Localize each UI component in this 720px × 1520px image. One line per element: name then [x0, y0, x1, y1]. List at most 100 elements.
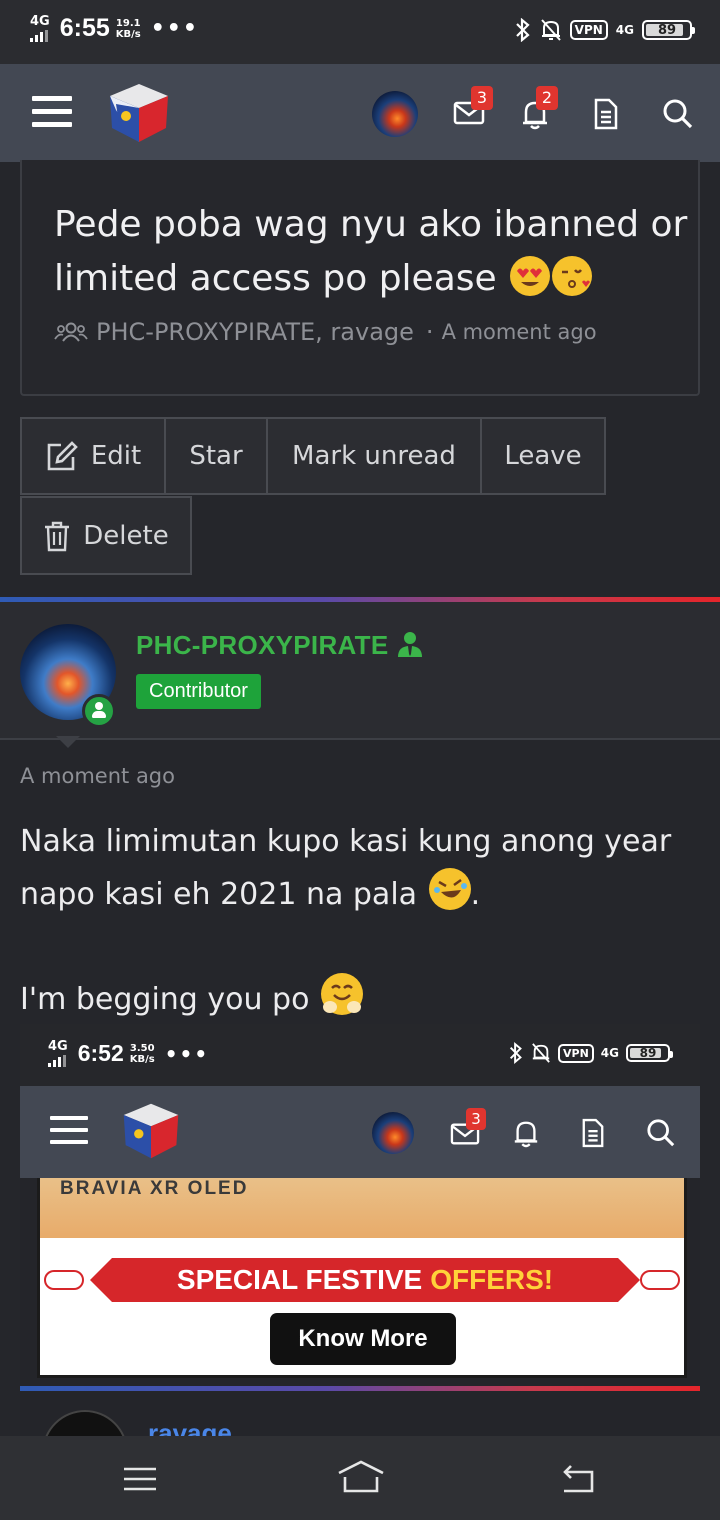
message-paragraph: I'm begging you po — [20, 973, 700, 1026]
status-bar: 4G 6:55 19.1 KB/s ••• VPN 4G 89 — [0, 0, 720, 64]
attachment-next-author-text: ravage — [148, 1418, 232, 1436]
trash-icon — [45, 521, 70, 551]
whats-new-icon[interactable] — [593, 98, 619, 130]
star-button[interactable]: Star — [164, 417, 268, 495]
attachment-battery-icon: 89 — [626, 1044, 673, 1062]
ad-ribbon: SPECIAL FESTIVE OFFERS! — [90, 1258, 640, 1302]
hugging-emoji-icon — [320, 973, 363, 1015]
message-header: PHC-PROXYPIRATE Contributor — [0, 602, 720, 740]
search-icon[interactable] — [662, 98, 694, 130]
attachment-mute-icon — [532, 1043, 550, 1063]
user-avatar[interactable] — [372, 91, 418, 137]
attachment-inbox: 3 — [450, 1108, 486, 1152]
app-header: 3 2 — [0, 64, 720, 162]
attachment-more-icon: ••• — [164, 1041, 210, 1066]
mute-bell-icon — [540, 19, 561, 41]
alerts-badge: 2 — [536, 86, 558, 110]
ad-banner-highlight: OFFERS! — [430, 1264, 554, 1295]
attachment-app-header: 3 — [20, 1086, 700, 1178]
conversation-card: Pede poba wag nyu ako ibanned or limited… — [20, 160, 700, 396]
attachment-inbox-badge: 3 — [466, 1108, 486, 1130]
network-type-right: 4G — [615, 22, 634, 37]
meta-separator: · — [425, 318, 434, 346]
signal-bars-icon — [30, 30, 48, 42]
attachment-next-avatar — [42, 1410, 128, 1436]
conversation-time[interactable]: A moment ago — [442, 320, 597, 344]
attachment-menu-icon — [50, 1116, 88, 1148]
contributor-badge: Contributor — [136, 674, 261, 709]
mark-unread-label: Mark unread — [292, 441, 456, 471]
conversation-title: Pede poba wag nyu ako ibanned or limited… — [54, 198, 694, 306]
advertisement-banner: BRAVIA XR OLED SPECIAL FESTIVE OFFERS! Kn… — [37, 1178, 687, 1378]
ad-banner-text: SPECIAL FESTIVE — [176, 1264, 423, 1295]
attachment-avatar — [372, 1112, 414, 1154]
site-logo[interactable] — [106, 80, 172, 146]
recent-apps-icon[interactable] — [122, 1466, 158, 1492]
attachment-network-right: 4G — [600, 1045, 619, 1060]
users-icon — [54, 322, 88, 342]
bluetooth-icon — [515, 18, 530, 42]
edit-label: Edit — [90, 441, 142, 471]
message-line-1: Naka limimutan kupo kasi kung anong year… — [20, 824, 672, 912]
edit-button[interactable]: Edit — [20, 417, 166, 495]
delete-button[interactable]: Delete — [20, 496, 192, 575]
speed-value: 19.1 — [115, 17, 141, 29]
signal-indicator: 4G — [30, 15, 50, 42]
message-paragraph: Naka limimutan kupo kasi kung anong year… — [20, 816, 700, 921]
inbox-button[interactable]: 3 — [453, 86, 493, 132]
home-icon[interactable] — [336, 1460, 386, 1494]
conversation-title-text: Pede poba wag nyu ako ibanned or limited… — [54, 204, 688, 299]
star-label: Star — [189, 441, 243, 471]
attachment-bell-icon — [514, 1121, 538, 1148]
inbox-badge: 3 — [471, 86, 493, 110]
mark-unread-button[interactable]: Mark unread — [266, 417, 482, 495]
message-time[interactable]: A moment ago — [20, 764, 175, 788]
heart-eyes-emoji-icon — [510, 256, 551, 296]
attachment-speed-value: 3.50 — [129, 1042, 155, 1054]
attachment-battery-level: 89 — [639, 1046, 657, 1060]
attachment-clock: 6:52 — [77, 1040, 124, 1066]
battery-level: 89 — [657, 22, 677, 38]
know-more-button: Know More — [270, 1313, 456, 1365]
message-line-1-end: . — [470, 877, 481, 912]
conversation-actions: Edit Star Mark unread Leave — [20, 417, 606, 495]
ad-ribbon-right-icon — [640, 1270, 680, 1290]
network-type: 4G — [30, 14, 50, 29]
attachment-signal: 4G — [48, 1040, 68, 1067]
attachment-bluetooth-icon — [509, 1042, 522, 1064]
network-speed: 19.1 KB/s — [116, 18, 141, 40]
rofl-emoji-icon — [428, 868, 471, 910]
attachment-speed-unit: KB/s — [129, 1053, 155, 1065]
delete-label: Delete — [83, 520, 169, 551]
message-line-2: I'm begging you po — [20, 982, 310, 1017]
attachment-vpn: VPN — [558, 1043, 594, 1063]
author-name[interactable]: PHC-PROXYPIRATE — [136, 630, 424, 661]
ad-ribbon-left-icon — [44, 1270, 84, 1290]
menu-icon[interactable] — [32, 96, 72, 128]
attachment-speed: 3.50 KB/s — [130, 1043, 155, 1065]
user-tie-icon — [398, 632, 423, 657]
attached-screenshot[interactable]: 4G 6:52 3.50 KB/s ••• VPN 4G 89 3 BRAVIA… — [20, 1024, 700, 1436]
alerts-button[interactable]: 2 — [520, 86, 558, 134]
speed-unit: KB/s — [115, 28, 141, 40]
participants-link[interactable]: PHC-PROXYPIRATE, ravage — [96, 318, 414, 346]
attachment-signal-bars-icon — [48, 1055, 66, 1067]
header-notch — [56, 736, 80, 748]
battery-icon: 89 — [642, 20, 695, 40]
back-icon[interactable] — [560, 1464, 598, 1494]
edit-icon — [47, 441, 78, 471]
vpn-indicator: VPN — [569, 20, 608, 40]
attachment-logo — [123, 1103, 179, 1159]
kissing-emoji-icon — [552, 256, 593, 296]
more-notifications-icon: ••• — [150, 16, 199, 41]
system-nav-bar — [0, 1436, 720, 1520]
conversation-meta: PHC-PROXYPIRATE, ravage · A moment ago — [54, 318, 597, 346]
author-name-text: PHC-PROXYPIRATE — [136, 630, 389, 660]
clock: 6:55 — [59, 14, 110, 42]
attachment-search-icon — [647, 1119, 675, 1147]
leave-label: Leave — [504, 441, 582, 471]
attachment-divider — [20, 1386, 700, 1391]
leave-button[interactable]: Leave — [480, 417, 606, 495]
attachment-status-bar: 4G 6:52 3.50 KB/s ••• VPN 4G 89 — [20, 1024, 700, 1086]
online-status-icon — [82, 694, 116, 728]
